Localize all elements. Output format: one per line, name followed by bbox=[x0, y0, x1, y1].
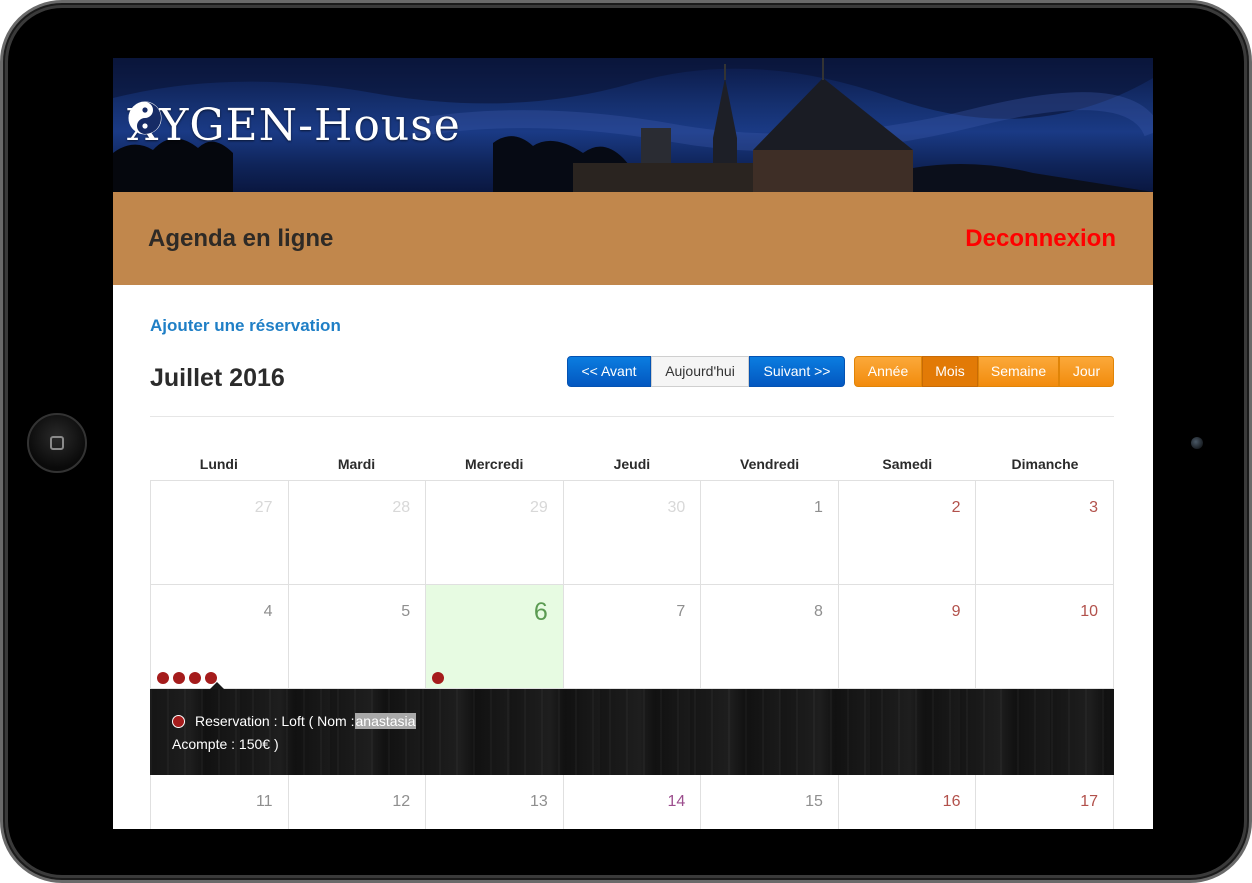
day-cell[interactable]: 27 bbox=[151, 481, 289, 585]
event-detail-prefix: Reservation : Loft ( Nom : bbox=[195, 713, 355, 729]
day-cell[interactable]: 17 bbox=[976, 775, 1115, 829]
day-cell[interactable]: 30 bbox=[563, 481, 702, 585]
day-cell[interactable]: 1 bbox=[701, 481, 839, 585]
month-title: Juillet 2016 bbox=[150, 364, 285, 392]
day-number: 3 bbox=[1089, 499, 1099, 516]
site-logo[interactable]: XYGEN-House bbox=[127, 100, 461, 151]
weekday-label: Jeudi bbox=[613, 456, 651, 472]
day-number: 16 bbox=[942, 793, 961, 810]
logout-link[interactable]: Deconnexion bbox=[965, 225, 1116, 253]
event-dot-icon bbox=[172, 714, 185, 728]
day-number: 27 bbox=[254, 499, 273, 516]
day-cell[interactable]: 14 bbox=[564, 775, 702, 829]
day-number: 13 bbox=[529, 793, 548, 810]
day-cell[interactable]: 16 bbox=[839, 775, 977, 829]
top-bar: Agenda en ligne Deconnexion bbox=[113, 192, 1153, 285]
day-cell[interactable]: 2 bbox=[838, 481, 977, 585]
day-number: 7 bbox=[676, 603, 686, 620]
day-cell[interactable]: 4 bbox=[151, 585, 289, 689]
day-number: 9 bbox=[951, 603, 961, 620]
day-number: 8 bbox=[813, 603, 823, 620]
event-dots bbox=[157, 672, 217, 684]
day-number: 15 bbox=[805, 793, 823, 810]
event-dot[interactable] bbox=[432, 672, 445, 684]
day-number: 1 bbox=[813, 499, 823, 516]
logo-text: XYGEN-House bbox=[127, 100, 461, 151]
day-number: 29 bbox=[529, 499, 548, 516]
weekday-label: Lundi bbox=[199, 456, 238, 472]
day-number: 12 bbox=[392, 793, 411, 810]
header-banner: XYGEN-House bbox=[113, 58, 1153, 192]
day-number: 2 bbox=[951, 499, 961, 516]
day-number: 14 bbox=[667, 793, 686, 810]
view-month-button[interactable]: Mois bbox=[922, 356, 978, 387]
calendar-nav-group: << Avant Aujourd'hui Suivant >> bbox=[567, 356, 845, 387]
page-title: Agenda en ligne bbox=[148, 225, 334, 252]
weekday-label: Mercredi bbox=[465, 456, 524, 472]
day-cell[interactable]: 8 bbox=[701, 585, 839, 689]
weekday-label: Mardi bbox=[337, 456, 376, 472]
event-dot[interactable] bbox=[173, 672, 185, 684]
view-switcher: Année Mois Semaine Jour bbox=[854, 356, 1114, 387]
yin-yang-icon bbox=[128, 101, 162, 135]
day-cell[interactable]: 10 bbox=[976, 585, 1115, 689]
camera-icon bbox=[1191, 437, 1203, 449]
tablet-frame: XYGEN-House Agenda en ligne Deconnexion … bbox=[0, 0, 1252, 883]
panel-pointer bbox=[210, 682, 224, 689]
divider bbox=[150, 416, 1114, 417]
prev-button[interactable]: << Avant bbox=[567, 356, 651, 387]
day-cell[interactable]: 29 bbox=[426, 481, 564, 585]
calendar-week: 11 12 13 14 15 16 17 bbox=[150, 775, 1115, 829]
add-reservation-link[interactable]: Ajouter une réservation bbox=[150, 316, 341, 336]
today-button[interactable]: Aujourd'hui bbox=[651, 356, 749, 387]
day-cell[interactable]: 7 bbox=[563, 585, 702, 689]
day-cell[interactable]: 12 bbox=[289, 775, 427, 829]
next-button[interactable]: Suivant >> bbox=[749, 356, 845, 387]
event-guest-name: anastasia bbox=[354, 713, 417, 729]
day-cell[interactable]: 11 bbox=[151, 775, 289, 829]
weekday-label: Dimanche bbox=[1011, 456, 1079, 472]
day-cell[interactable]: 15 bbox=[701, 775, 839, 829]
weekday-header: Lundi Mardi Mercredi Jeudi Vendredi Same… bbox=[150, 448, 1114, 480]
event-dot[interactable] bbox=[157, 672, 169, 684]
day-number: 10 bbox=[1080, 603, 1099, 620]
view-week-button[interactable]: Semaine bbox=[978, 356, 1059, 387]
month-calendar: Lundi Mardi Mercredi Jeudi Vendredi Same… bbox=[150, 448, 1115, 829]
calendar-week: 27 28 29 30 1 2 3 bbox=[150, 480, 1115, 585]
day-number: 28 bbox=[392, 499, 411, 516]
day-number: 5 bbox=[401, 603, 411, 620]
home-square-icon bbox=[50, 436, 64, 450]
day-number: 4 bbox=[263, 603, 273, 620]
weekday-label: Samedi bbox=[882, 456, 933, 472]
day-cell[interactable]: 3 bbox=[976, 481, 1115, 585]
view-day-button[interactable]: Jour bbox=[1059, 356, 1114, 387]
day-number: 30 bbox=[667, 499, 686, 516]
day-number: 6 bbox=[533, 598, 548, 626]
calendar-week: 4 5 6 7 8 9 10 bbox=[150, 585, 1115, 689]
event-deposit: Acompte : 150€ ) bbox=[172, 736, 279, 752]
day-number: 11 bbox=[255, 793, 273, 810]
screen: XYGEN-House Agenda en ligne Deconnexion … bbox=[113, 58, 1153, 829]
event-detail-panel: Reservation : Loft ( Nom : anastasia Aco… bbox=[150, 682, 1114, 775]
home-button[interactable] bbox=[27, 413, 87, 473]
day-cell[interactable]: 13 bbox=[426, 775, 564, 829]
day-cell[interactable]: 5 bbox=[288, 585, 427, 689]
event-dots bbox=[432, 672, 445, 684]
day-cell[interactable]: 28 bbox=[288, 481, 427, 585]
day-number: 17 bbox=[1080, 793, 1099, 810]
day-cell-today[interactable]: 6 bbox=[426, 585, 564, 689]
day-cell[interactable]: 9 bbox=[838, 585, 977, 689]
weekday-label: Vendredi bbox=[740, 456, 800, 472]
event-detail-line[interactable]: Reservation : Loft ( Nom : anastasia bbox=[172, 713, 417, 729]
view-year-button[interactable]: Année bbox=[854, 356, 922, 387]
event-dot[interactable] bbox=[189, 672, 201, 684]
